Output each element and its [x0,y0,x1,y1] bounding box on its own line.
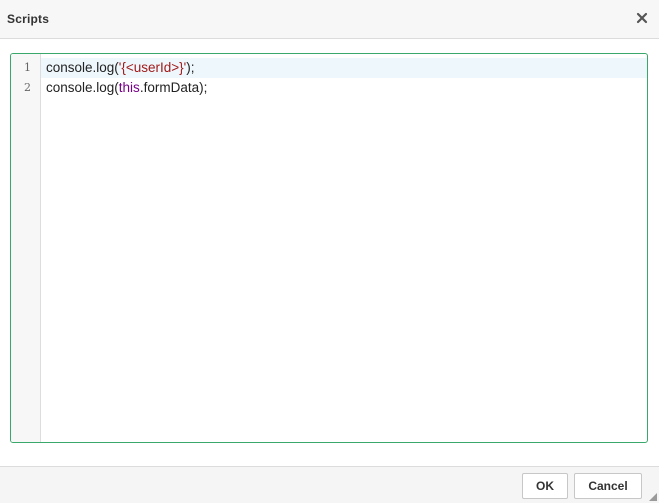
resize-grip-icon[interactable] [647,491,657,501]
code-token-string: '{<userId>}' [118,60,187,75]
scripts-dialog: Scripts 1 2 console.log('{<userId>}'); c… [0,0,659,503]
dialog-titlebar: Scripts [0,0,659,39]
code-editor[interactable]: 1 2 console.log('{<userId>}'); console.l… [10,53,648,443]
code-token: console.log( [46,60,119,75]
dialog-title: Scripts [7,12,50,26]
code-token: .formData); [139,80,208,95]
ok-button[interactable]: OK [522,473,568,499]
close-button[interactable] [635,11,649,25]
cancel-button[interactable]: Cancel [574,473,642,499]
code-area[interactable]: console.log('{<userId>}'); console.log(t… [41,54,647,442]
code-token: ); [186,60,195,75]
close-icon [636,12,648,24]
line-number: 2 [24,81,31,94]
code-line[interactable]: console.log('{<userId>}'); [41,58,647,78]
code-line[interactable]: console.log(this.formData); [41,78,647,98]
dialog-footer: OK Cancel [0,466,659,503]
line-number: 1 [24,61,31,74]
line-number-gutter: 1 2 [11,54,41,442]
code-token: console.log( [46,80,119,95]
code-token-keyword: this [118,80,140,95]
